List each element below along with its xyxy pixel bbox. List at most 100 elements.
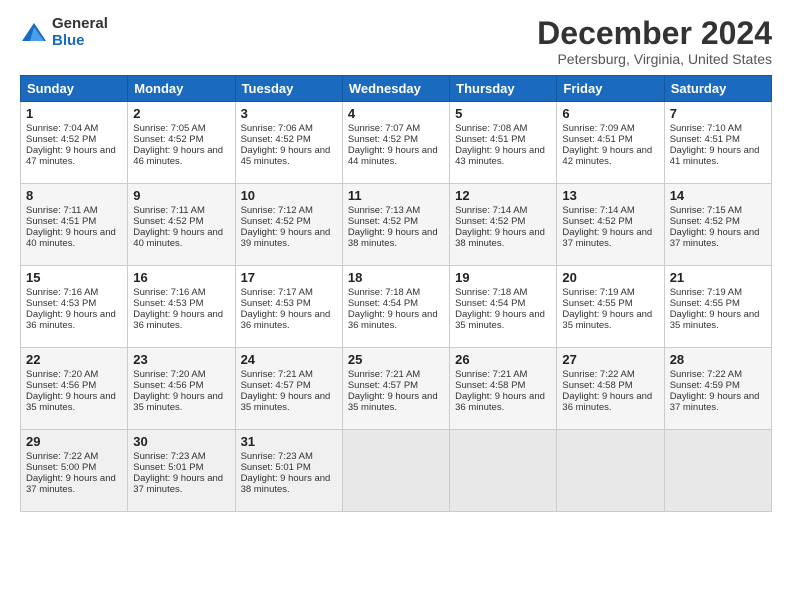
day-info: Sunrise: 7:22 AMSunset: 4:59 PMDaylight:…	[670, 369, 760, 413]
day-number: 31	[241, 434, 337, 449]
day-number: 22	[26, 352, 122, 367]
calendar-cell: 19 Sunrise: 7:18 AMSunset: 4:54 PMDayligh…	[450, 266, 557, 348]
day-number: 19	[455, 270, 551, 285]
day-info: Sunrise: 7:18 AMSunset: 4:54 PMDaylight:…	[348, 287, 438, 331]
calendar-cell: 31Sunrise: 7:23 AMSunset: 5:01 PMDayligh…	[235, 430, 342, 512]
calendar-cell: 6Sunrise: 7:09 AMSunset: 4:51 PMDaylight…	[557, 102, 664, 184]
day-info: Sunrise: 7:21 AMSunset: 4:57 PMDaylight:…	[348, 369, 438, 413]
calendar-cell	[557, 430, 664, 512]
calendar-cell: 25 Sunrise: 7:21 AMSunset: 4:57 PMDayligh…	[342, 348, 449, 430]
day-number: 27	[562, 352, 658, 367]
day-number: 11	[348, 188, 444, 203]
day-info: Sunrise: 7:22 AMSunset: 5:00 PMDaylight:…	[26, 451, 116, 495]
main-title: December 2024	[537, 16, 772, 51]
day-number: 16	[133, 270, 229, 285]
day-info: Sunrise: 7:11 AMSunset: 4:52 PMDaylight:…	[133, 205, 223, 249]
day-info: Sunrise: 7:15 AMSunset: 4:52 PMDaylight:…	[670, 205, 760, 249]
day-info: Sunrise: 7:22 AMSunset: 4:58 PMDaylight:…	[562, 369, 652, 413]
calendar-cell: 11Sunrise: 7:13 AMSunset: 4:52 PMDayligh…	[342, 184, 449, 266]
subtitle: Petersburg, Virginia, United States	[537, 51, 772, 67]
calendar-cell	[342, 430, 449, 512]
day-number: 7	[670, 106, 766, 121]
day-info: Sunrise: 7:21 AMSunset: 4:58 PMDaylight:…	[455, 369, 545, 413]
day-info: Sunrise: 7:12 AMSunset: 4:52 PMDaylight:…	[241, 205, 331, 249]
title-block: December 2024 Petersburg, Virginia, Unit…	[537, 16, 772, 67]
calendar-header-row: SundayMondayTuesdayWednesdayThursdayFrid…	[21, 76, 772, 102]
weekday-header: Monday	[128, 76, 235, 102]
day-number: 20	[562, 270, 658, 285]
calendar-cell	[450, 430, 557, 512]
header: General Blue December 2024 Petersburg, V…	[20, 16, 772, 67]
day-number: 8	[26, 188, 122, 203]
day-number: 30	[133, 434, 229, 449]
day-number: 10	[241, 188, 337, 203]
logo-text: General Blue	[52, 16, 108, 49]
day-number: 14	[670, 188, 766, 203]
day-number: 21	[670, 270, 766, 285]
calendar-cell: 3 Sunrise: 7:06 AMSunset: 4:52 PMDaylight…	[235, 102, 342, 184]
calendar-cell: 1Sunrise: 7:04 AMSunset: 4:52 PMDaylight…	[21, 102, 128, 184]
calendar-cell: 2Sunrise: 7:05 AMSunset: 4:52 PMDaylight…	[128, 102, 235, 184]
calendar-cell: 9 Sunrise: 7:11 AMSunset: 4:52 PMDaylight…	[128, 184, 235, 266]
calendar-cell: 7 Sunrise: 7:10 AMSunset: 4:51 PMDaylight…	[664, 102, 771, 184]
calendar-cell: 30 Sunrise: 7:23 AMSunset: 5:01 PMDayligh…	[128, 430, 235, 512]
logo-blue: Blue	[52, 33, 108, 50]
logo: General Blue	[20, 16, 108, 49]
weekday-header: Sunday	[21, 76, 128, 102]
day-number: 26	[455, 352, 551, 367]
calendar-cell: 20Sunrise: 7:19 AMSunset: 4:55 PMDayligh…	[557, 266, 664, 348]
calendar-cell: 16Sunrise: 7:16 AMSunset: 4:53 PMDayligh…	[128, 266, 235, 348]
day-number: 25	[348, 352, 444, 367]
day-info: Sunrise: 7:06 AMSunset: 4:52 PMDaylight:…	[241, 123, 331, 167]
day-info: Sunrise: 7:11 AMSunset: 4:51 PMDaylight:…	[26, 205, 116, 249]
day-info: Sunrise: 7:14 AMSunset: 4:52 PMDaylight:…	[455, 205, 545, 249]
calendar-week-row: 15 Sunrise: 7:16 AMSunset: 4:53 PMDayligh…	[21, 266, 772, 348]
weekday-header: Wednesday	[342, 76, 449, 102]
day-number: 3	[241, 106, 337, 121]
day-info: Sunrise: 7:10 AMSunset: 4:51 PMDaylight:…	[670, 123, 760, 167]
calendar-week-row: 8 Sunrise: 7:11 AMSunset: 4:51 PMDaylight…	[21, 184, 772, 266]
calendar-cell: 21 Sunrise: 7:19 AMSunset: 4:55 PMDayligh…	[664, 266, 771, 348]
calendar-cell: 24Sunrise: 7:21 AMSunset: 4:57 PMDayligh…	[235, 348, 342, 430]
weekday-header: Saturday	[664, 76, 771, 102]
logo-icon	[20, 19, 48, 47]
calendar-cell: 22 Sunrise: 7:20 AMSunset: 4:56 PMDayligh…	[21, 348, 128, 430]
day-number: 18	[348, 270, 444, 285]
logo-general: General	[52, 16, 108, 33]
day-number: 23	[133, 352, 229, 367]
calendar-cell: 10 Sunrise: 7:12 AMSunset: 4:52 PMDayligh…	[235, 184, 342, 266]
calendar-cell: 15 Sunrise: 7:16 AMSunset: 4:53 PMDayligh…	[21, 266, 128, 348]
calendar-cell: 29Sunrise: 7:22 AMSunset: 5:00 PMDayligh…	[21, 430, 128, 512]
day-number: 28	[670, 352, 766, 367]
calendar-cell	[664, 430, 771, 512]
day-info: Sunrise: 7:18 AMSunset: 4:54 PMDaylight:…	[455, 287, 545, 331]
weekday-header: Tuesday	[235, 76, 342, 102]
calendar-week-row: 29Sunrise: 7:22 AMSunset: 5:00 PMDayligh…	[21, 430, 772, 512]
day-number: 4	[348, 106, 444, 121]
day-info: Sunrise: 7:16 AMSunset: 4:53 PMDaylight:…	[26, 287, 116, 331]
day-info: Sunrise: 7:04 AMSunset: 4:52 PMDaylight:…	[26, 123, 116, 167]
day-info: Sunrise: 7:09 AMSunset: 4:51 PMDaylight:…	[562, 123, 652, 167]
calendar-cell: 14 Sunrise: 7:15 AMSunset: 4:52 PMDayligh…	[664, 184, 771, 266]
calendar-cell: 27 Sunrise: 7:22 AMSunset: 4:58 PMDayligh…	[557, 348, 664, 430]
weekday-header: Thursday	[450, 76, 557, 102]
calendar-cell: 12Sunrise: 7:14 AMSunset: 4:52 PMDayligh…	[450, 184, 557, 266]
calendar-cell: 17Sunrise: 7:17 AMSunset: 4:53 PMDayligh…	[235, 266, 342, 348]
day-number: 24	[241, 352, 337, 367]
calendar-cell: 26 Sunrise: 7:21 AMSunset: 4:58 PMDayligh…	[450, 348, 557, 430]
page: General Blue December 2024 Petersburg, V…	[0, 0, 792, 612]
calendar-cell: 8 Sunrise: 7:11 AMSunset: 4:51 PMDaylight…	[21, 184, 128, 266]
day-number: 2	[133, 106, 229, 121]
day-number: 5	[455, 106, 551, 121]
day-info: Sunrise: 7:23 AMSunset: 5:01 PMDaylight:…	[133, 451, 223, 495]
calendar-cell: 18 Sunrise: 7:18 AMSunset: 4:54 PMDayligh…	[342, 266, 449, 348]
calendar-cell: 13Sunrise: 7:14 AMSunset: 4:52 PMDayligh…	[557, 184, 664, 266]
day-number: 9	[133, 188, 229, 203]
day-info: Sunrise: 7:20 AMSunset: 4:56 PMDaylight:…	[26, 369, 116, 413]
day-number: 15	[26, 270, 122, 285]
calendar-cell: 28 Sunrise: 7:22 AMSunset: 4:59 PMDayligh…	[664, 348, 771, 430]
day-number: 13	[562, 188, 658, 203]
calendar-cell: 23Sunrise: 7:20 AMSunset: 4:56 PMDayligh…	[128, 348, 235, 430]
calendar-week-row: 1Sunrise: 7:04 AMSunset: 4:52 PMDaylight…	[21, 102, 772, 184]
day-info: Sunrise: 7:19 AMSunset: 4:55 PMDaylight:…	[670, 287, 760, 331]
